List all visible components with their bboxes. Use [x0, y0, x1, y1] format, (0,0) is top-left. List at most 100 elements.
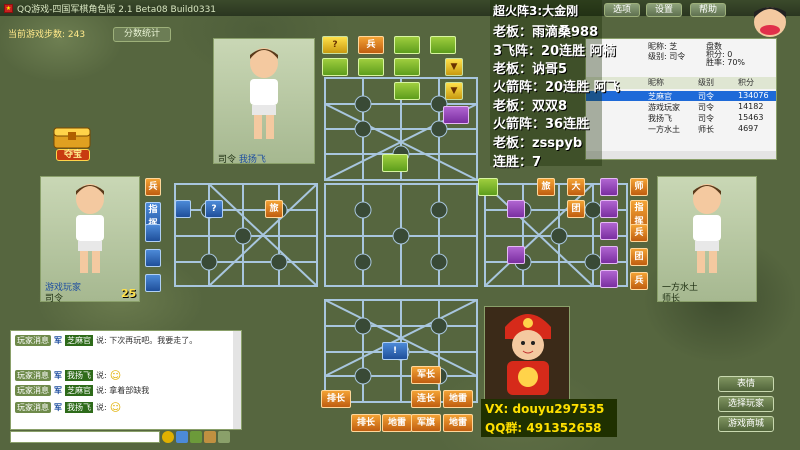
chat-text: 说:	[96, 403, 107, 412]
vx-contact: VX: douyu297535	[485, 402, 605, 416]
board-piece[interactable]	[600, 200, 618, 218]
overlay-line: 火箭阵：36连胜	[493, 117, 590, 132]
options-button[interactable]: 选项	[604, 3, 640, 17]
board-piece[interactable]: 地雷	[443, 414, 473, 432]
board-piece[interactable]	[394, 58, 420, 76]
send-icon[interactable]	[218, 431, 230, 443]
chat-sender[interactable]: 我扬飞	[65, 370, 93, 381]
window-title: QQ游戏-四国军棋角色版 2.1 Beta08 Build0331	[17, 4, 217, 15]
music-icon[interactable]	[204, 431, 216, 443]
overlay-line: 火箭阵：20连胜 阿飞	[493, 80, 620, 95]
chat-scrollbar[interactable]	[233, 331, 241, 429]
chat-level-badge: 军	[54, 386, 62, 395]
board-piece[interactable]: 连长	[411, 390, 441, 408]
board-piece[interactable]: 旅	[265, 200, 283, 218]
smiley-icon: ☺	[109, 401, 122, 414]
overlay-line: 连胜：7	[493, 155, 542, 170]
step-counter: 当前游戏步数: 243	[8, 30, 86, 40]
treasure-chest[interactable]: 夺宝	[48, 122, 96, 161]
info-value: 70%	[727, 58, 746, 67]
select-player-button[interactable]: 选择玩家	[718, 396, 774, 412]
board-piece[interactable]	[175, 200, 191, 218]
player-panel-left: 游戏玩家 司令 25	[40, 176, 140, 304]
board-piece[interactable]	[443, 106, 469, 124]
chat-text: 说: 下次再玩吧。我要走了。	[96, 336, 198, 345]
board-piece[interactable]: 排长	[351, 414, 381, 432]
board-piece[interactable]	[478, 178, 498, 196]
action-icon[interactable]	[176, 431, 188, 443]
chat-input[interactable]	[10, 431, 160, 443]
emote-button[interactable]: 表情	[718, 376, 774, 392]
chat-tag: 玩家消息	[15, 385, 51, 396]
chat-tag: 玩家消息	[15, 335, 51, 346]
board-piece[interactable]	[358, 58, 384, 76]
board-piece[interactable]	[145, 249, 161, 267]
board-piece[interactable]: 兵	[358, 36, 384, 54]
board-piece[interactable]: 军旗	[411, 414, 441, 432]
board-piece[interactable]: 团	[567, 200, 585, 218]
player-list-scrollbar[interactable]	[586, 151, 776, 159]
board-piece[interactable]	[600, 246, 618, 264]
overlay-line: 老板：雨滴桑988	[493, 25, 599, 40]
board-piece[interactable]: ?	[322, 36, 348, 54]
board-piece[interactable]	[507, 246, 525, 264]
board-piece[interactable]: 师	[630, 178, 648, 196]
board-piece[interactable]: !	[382, 342, 408, 360]
board-piece[interactable]: 军长	[411, 366, 441, 384]
board-piece[interactable]: 排长	[321, 390, 351, 408]
board-piece[interactable]: 旅	[537, 178, 555, 196]
board-piece[interactable]: 大	[567, 178, 585, 196]
board-piece[interactable]	[394, 36, 420, 54]
chat-sender[interactable]: 芝麻官	[65, 335, 93, 346]
player-list-row[interactable]: 一方水土 师长 4697	[586, 124, 776, 134]
drop-arrow[interactable]: ▼	[445, 58, 463, 76]
info-value: 芝	[669, 42, 678, 51]
mascot-icon	[754, 7, 786, 37]
board-piece[interactable]: 兵	[630, 272, 648, 290]
chat-tag: 玩家消息	[15, 370, 51, 381]
player-panel-right: 一方水土 师长	[657, 176, 757, 304]
emoji-icon[interactable]	[162, 431, 174, 443]
drop-arrow[interactable]: ▼	[445, 82, 463, 100]
tool-icon[interactable]	[190, 431, 202, 443]
board-piece[interactable]	[382, 154, 408, 172]
chat-sender[interactable]: 我扬飞	[65, 402, 93, 413]
mascot	[748, 2, 792, 38]
chat-input-bar	[10, 430, 242, 444]
board-piece[interactable]: 地雷	[443, 390, 473, 408]
board-piece[interactable]: 兵	[630, 224, 648, 242]
player-list-row[interactable]: 我扬飞 司令 15463	[586, 113, 776, 123]
chat-level-badge: 军	[54, 371, 62, 380]
board-piece[interactable]: 团	[630, 248, 648, 266]
chat-log[interactable]: 玩家消息 军 芝麻官 说: 下次再玩吧。我要走了。 玩家消息 军 我扬飞 说: …	[10, 330, 242, 430]
info-label: 级别:	[648, 52, 667, 61]
board-piece[interactable]	[600, 270, 618, 288]
settings-button[interactable]: 设置	[646, 3, 682, 17]
board-piece[interactable]	[600, 178, 618, 196]
player-avatar	[693, 184, 721, 273]
board-piece[interactable]	[145, 274, 161, 292]
board-piece[interactable]	[430, 36, 456, 54]
chat-level-badge: 军	[54, 403, 62, 412]
player-avatar	[76, 184, 104, 273]
player-rank: 司令	[45, 294, 64, 304]
contact-overlay: VX: douyu297535 QQ群: 491352658	[481, 399, 617, 437]
help-button[interactable]: 帮助	[690, 3, 726, 17]
board-piece[interactable]	[145, 224, 161, 242]
player-list-row[interactable]: 游戏玩家 司令 14182	[586, 102, 776, 112]
board-piece[interactable]	[322, 58, 348, 76]
chat-text: 说:	[96, 371, 107, 380]
board-piece[interactable]	[600, 222, 618, 240]
board-piece[interactable]: 兵	[145, 178, 161, 196]
shop-button[interactable]: 游戏商城	[718, 416, 774, 432]
info-label: 昵称:	[648, 42, 667, 51]
board-piece[interactable]	[394, 82, 420, 100]
overlay-line: 超火阵3:大金刚	[493, 4, 579, 18]
qq-contact: QQ群: 491352658	[485, 421, 602, 435]
board-piece[interactable]: ?	[205, 200, 223, 218]
chat-sender[interactable]: 芝麻官	[65, 385, 93, 396]
board-piece[interactable]	[507, 200, 525, 218]
info-value: 司令	[669, 52, 686, 61]
treasure-label: 夺宝	[56, 149, 90, 161]
board-piece[interactable]: 地雷	[382, 414, 412, 432]
